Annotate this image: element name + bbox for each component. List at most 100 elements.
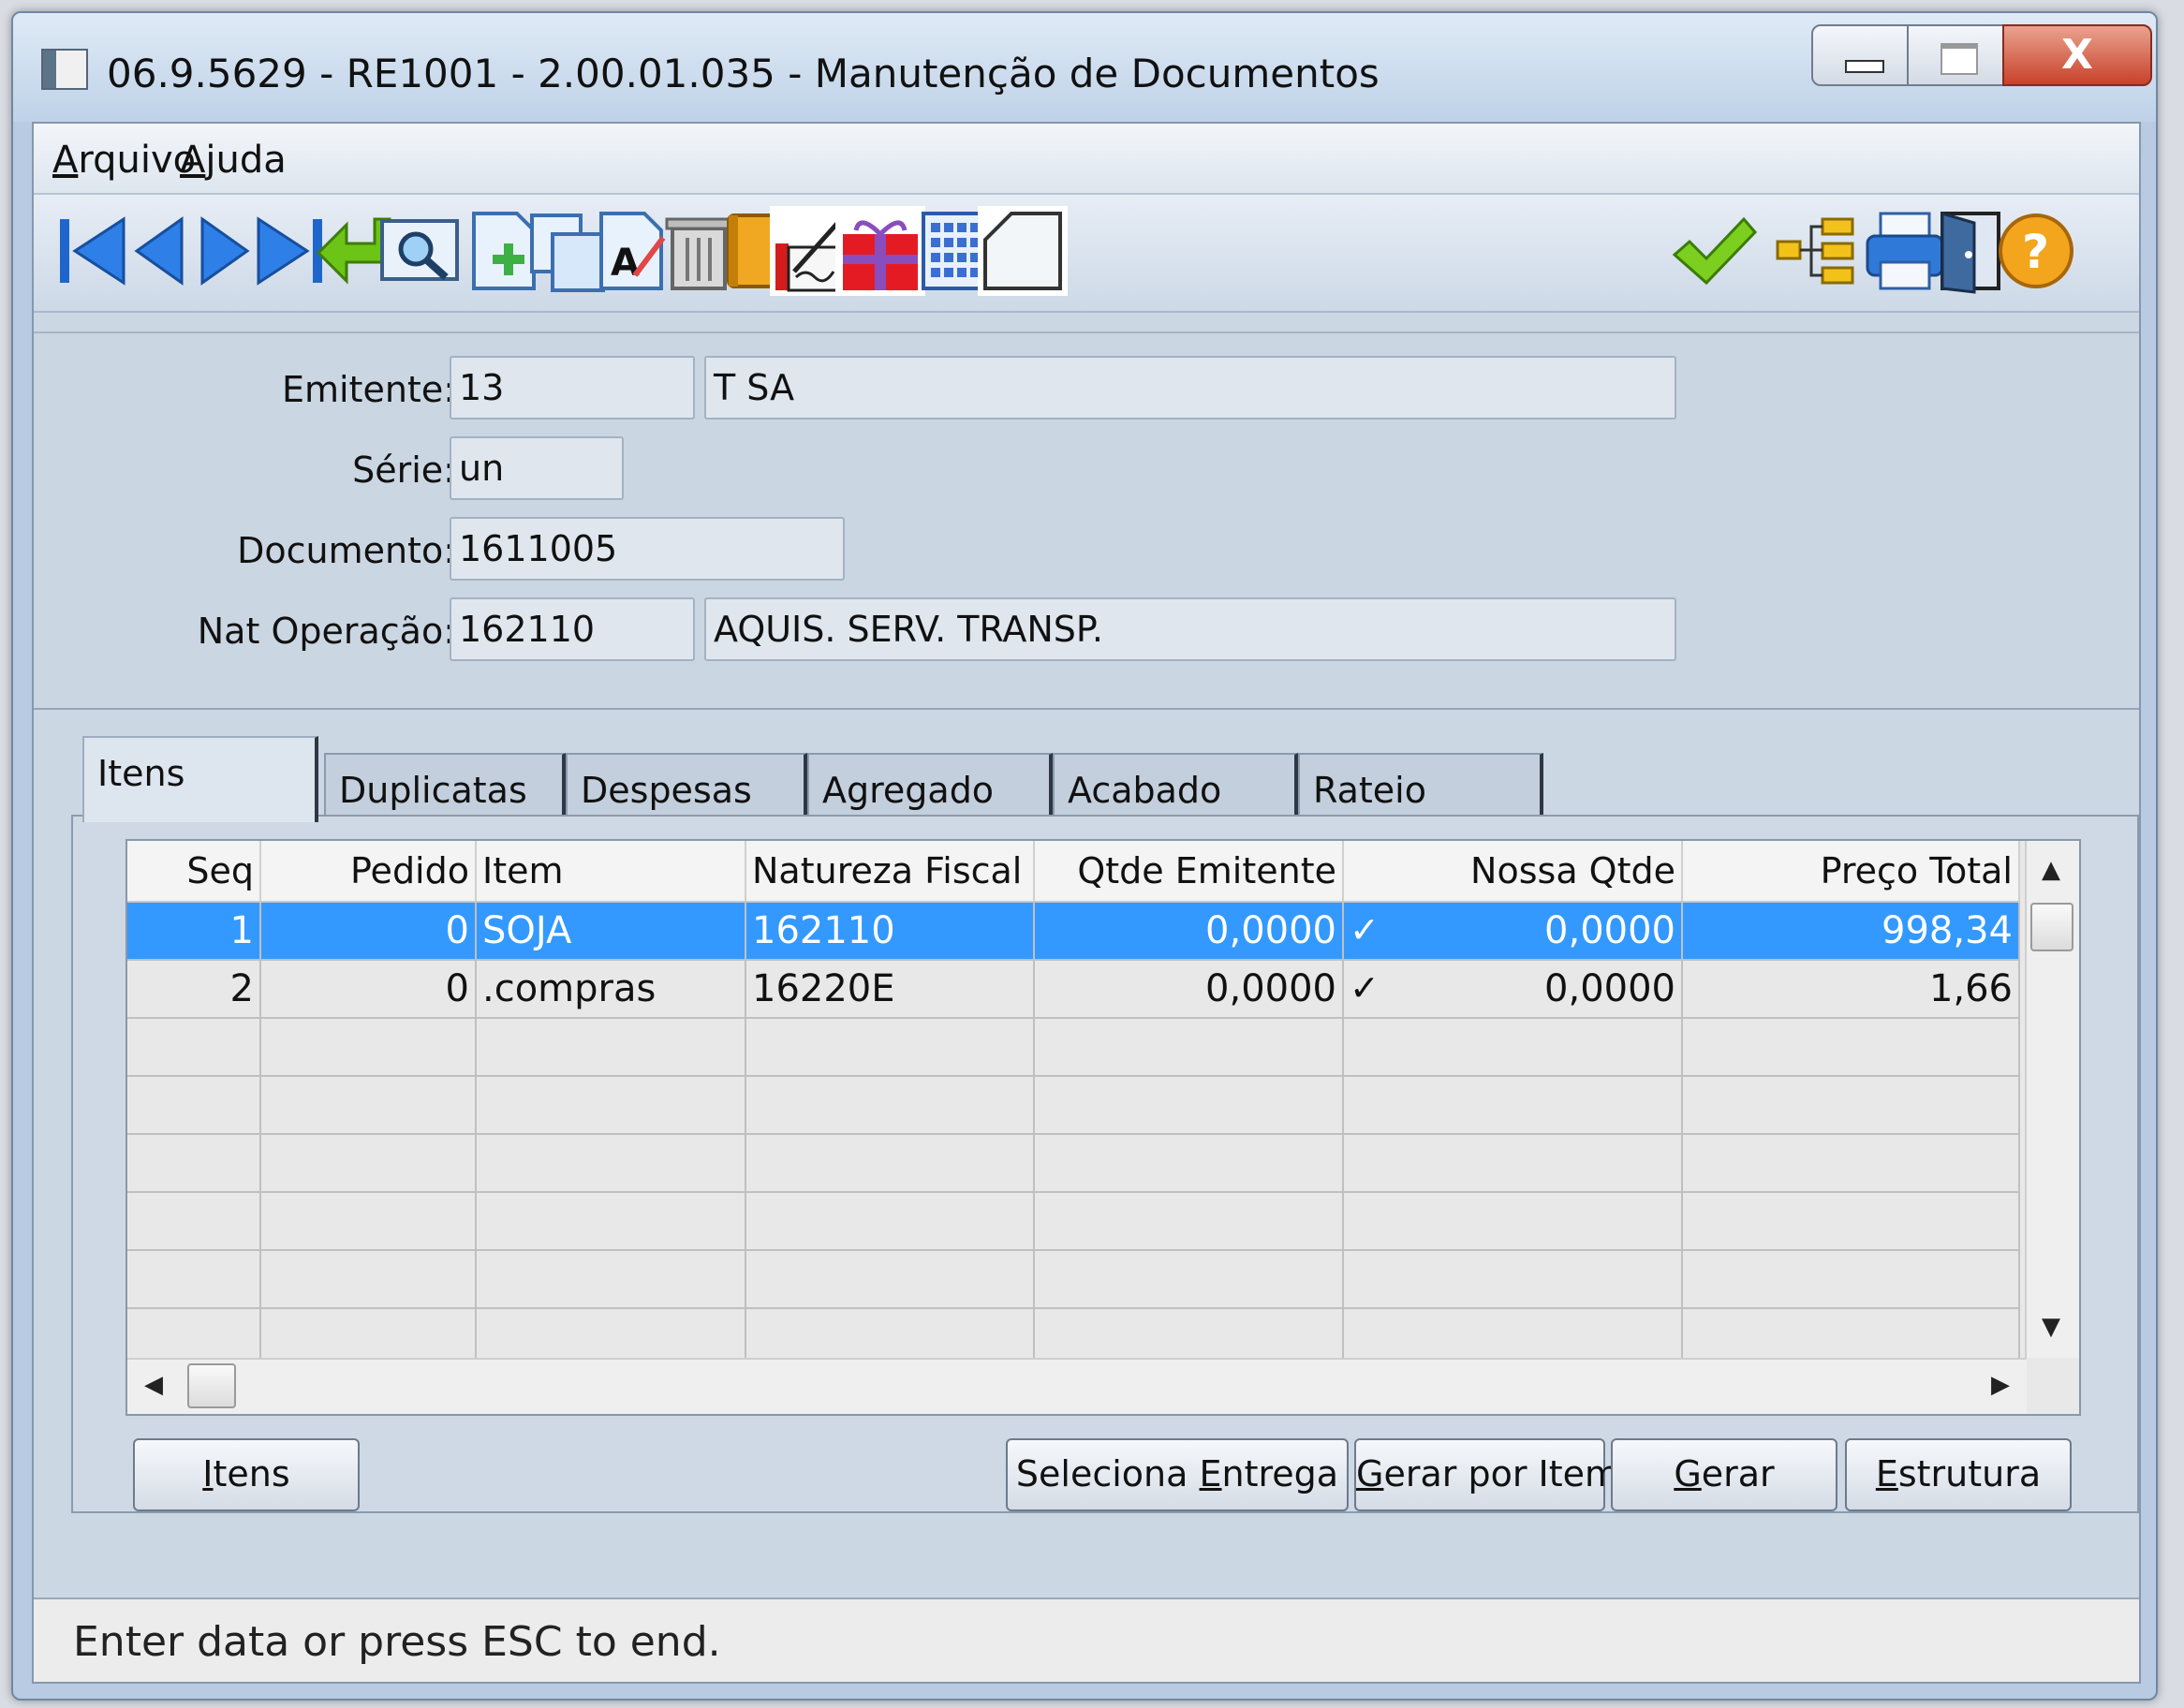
documento-field[interactable]: 1611005 [450,517,845,581]
seleciona-entrega-mnemonic: E [1199,1453,1222,1494]
minimize-button[interactable] [1811,24,1909,86]
cell-preco-total: 998,34 [1682,902,2020,961]
col-header-natureza-fiscal[interactable]: Natureza Fiscal [745,841,1035,903]
svg-text:?: ? [2022,225,2049,279]
cell-item: .compras [476,960,746,1019]
serie-label: Série: [352,449,455,491]
col-header-item[interactable]: Item [476,841,746,903]
close-button[interactable]: X [2002,24,2152,86]
scroll-up-icon[interactable]: ▲ [2042,856,2060,884]
menu-bar: Arquivo Ajuda [34,124,2139,195]
tab-rateio[interactable]: Rateio [1298,753,1543,818]
grid-header-row: Seq Pedido Item Natureza Fiscal Qtde Emi… [127,841,2020,903]
search-icon[interactable] [375,206,465,296]
tab-duplicatas[interactable]: Duplicatas [324,753,566,818]
svg-text:A: A [611,242,640,285]
cell-nossa-qtde: ✓ 0,0000 [1343,960,1683,1019]
vertical-scrollbar[interactable]: ▲ ▼ [2025,841,2079,1358]
horizontal-scrollbar[interactable]: ◀ ▶ [127,1358,2027,1414]
nat-operacao-label: Nat Operação: [197,611,455,652]
itens-button-label: tens [213,1453,290,1494]
menu-arquivo[interactable]: Arquivo [52,139,196,182]
close-icon: X [2061,31,2093,79]
check-mark-icon: ✓ [1350,909,1380,950]
itens-button-mnemonic: I [202,1453,214,1494]
horizontal-scroll-thumb[interactable] [187,1363,236,1408]
cell-pedido: 0 [260,902,477,961]
cell-natureza: 162110 [745,902,1035,961]
title-bar[interactable]: 06.9.5629 - RE1001 - 2.00.01.035 - Manut… [13,13,2156,122]
col-header-pedido[interactable]: Pedido [260,841,477,903]
menu-ajuda-mnemonic: A [180,139,206,182]
table-row[interactable] [127,1250,2020,1309]
main-window: 06.9.5629 - RE1001 - 2.00.01.035 - Manut… [11,11,2158,1701]
seleciona-entrega-button[interactable]: Seleciona Entrega [1006,1438,1349,1511]
vertical-scroll-thumb[interactable] [2030,903,2073,951]
blank-page-icon[interactable] [978,206,1068,296]
menu-ajuda[interactable]: Ajuda [180,139,287,182]
minimize-icon [1845,60,1884,73]
nat-operacao-desc-field[interactable]: AQUIS. SERV. TRANSP. [704,597,1676,661]
document-header-panel: Emitente: 13 T SA Série: un Documento: 1… [34,331,2139,710]
status-message: Enter data or press ESC to end. [73,1618,721,1666]
scroll-right-icon[interactable]: ▶ [1991,1371,2010,1399]
documento-label: Documento: [237,530,455,571]
tabs-area: Itens Duplicatas Despesas Agregado Acaba… [71,727,2143,1513]
table-row[interactable] [127,1076,2020,1135]
table-row[interactable]: 1 0 SOJA 162110 0,0000 ✓ 0,0000 998,34 [127,902,2020,961]
table-row[interactable] [127,1018,2020,1077]
app-icon [41,49,88,90]
nat-operacao-code-field[interactable]: 162110 [450,597,695,661]
estrutura-button[interactable]: Estrutura [1845,1438,2072,1511]
client-area: Arquivo Ajuda A ? Emitente: 13 T SA Séri… [32,122,2141,1684]
help-icon[interactable]: ? [1991,206,2081,296]
cell-qtde-emitente: 0,0000 [1034,902,1344,961]
emitente-code-field[interactable]: 13 [450,356,695,420]
col-header-nossa-qtde[interactable]: Nossa Qtde [1343,841,1683,903]
cell-natureza: 16220E [745,960,1035,1019]
gerar-mnemonic: G [1674,1453,1702,1494]
items-grid[interactable]: Seq Pedido Item Natureza Fiscal Qtde Emi… [125,839,2081,1416]
items-table: Seq Pedido Item Natureza Fiscal Qtde Emi… [127,841,2020,1367]
cell-nossa-qtde: ✓ 0,0000 [1343,902,1683,961]
itens-button[interactable]: Itens [133,1438,360,1511]
cell-nossa-qtde-value: 0,0000 [1544,909,1675,952]
scroll-left-icon[interactable]: ◀ [144,1371,163,1399]
maximize-button[interactable] [1907,24,2004,86]
emitente-name-field[interactable]: T SA [704,356,1676,420]
cell-item: SOJA [476,902,746,961]
window-title: 06.9.5629 - RE1001 - 2.00.01.035 - Manut… [107,51,1380,96]
col-header-seq[interactable]: Seq [127,841,261,903]
cell-preco-total: 1,66 [1682,960,2020,1019]
col-header-preco-total[interactable]: Preço Total [1682,841,2020,903]
tab-agregado[interactable]: Agregado [807,753,1053,818]
serie-field[interactable]: un [450,436,624,500]
menu-ajuda-label: juda [205,139,287,182]
table-row[interactable]: 2 0 .compras 16220E 0,0000 ✓ 0,0000 1,66 [127,960,2020,1019]
tab-acabado[interactable]: Acabado [1053,753,1298,818]
tab-despesas[interactable]: Despesas [566,753,807,818]
tab-itens[interactable]: Itens [82,736,318,822]
gift-icon[interactable] [835,206,925,296]
seleciona-entrega-label-post: ntrega [1221,1453,1339,1494]
gerar-por-item-button[interactable]: Gerar por Item [1354,1438,1619,1511]
menu-arquivo-label: rquivo [78,139,197,182]
gerar-button[interactable]: Gerar [1611,1438,1837,1511]
gerar-por-item-label: erar por Item [1383,1453,1620,1494]
toolbar: A ? [34,195,2139,313]
cell-seq: 2 [127,960,261,1019]
table-row[interactable] [127,1134,2020,1193]
gerar-label: erar [1701,1453,1775,1494]
check-mark-icon: ✓ [1350,967,1380,1009]
emitente-label: Emitente: [281,369,455,410]
table-row[interactable] [127,1192,2020,1251]
scroll-down-icon[interactable]: ▼ [2042,1313,2060,1341]
cell-qtde-emitente: 0,0000 [1034,960,1344,1019]
status-bar: Enter data or press ESC to end. [34,1598,2139,1682]
col-header-qtde-emitente[interactable]: Qtde Emitente [1034,841,1344,903]
estrutura-mnemonic: E [1875,1453,1898,1494]
cell-pedido: 0 [260,960,477,1019]
tree-icon[interactable] [1770,206,1860,296]
cell-nossa-qtde-value: 0,0000 [1544,967,1675,1010]
check-icon[interactable] [1669,206,1759,296]
